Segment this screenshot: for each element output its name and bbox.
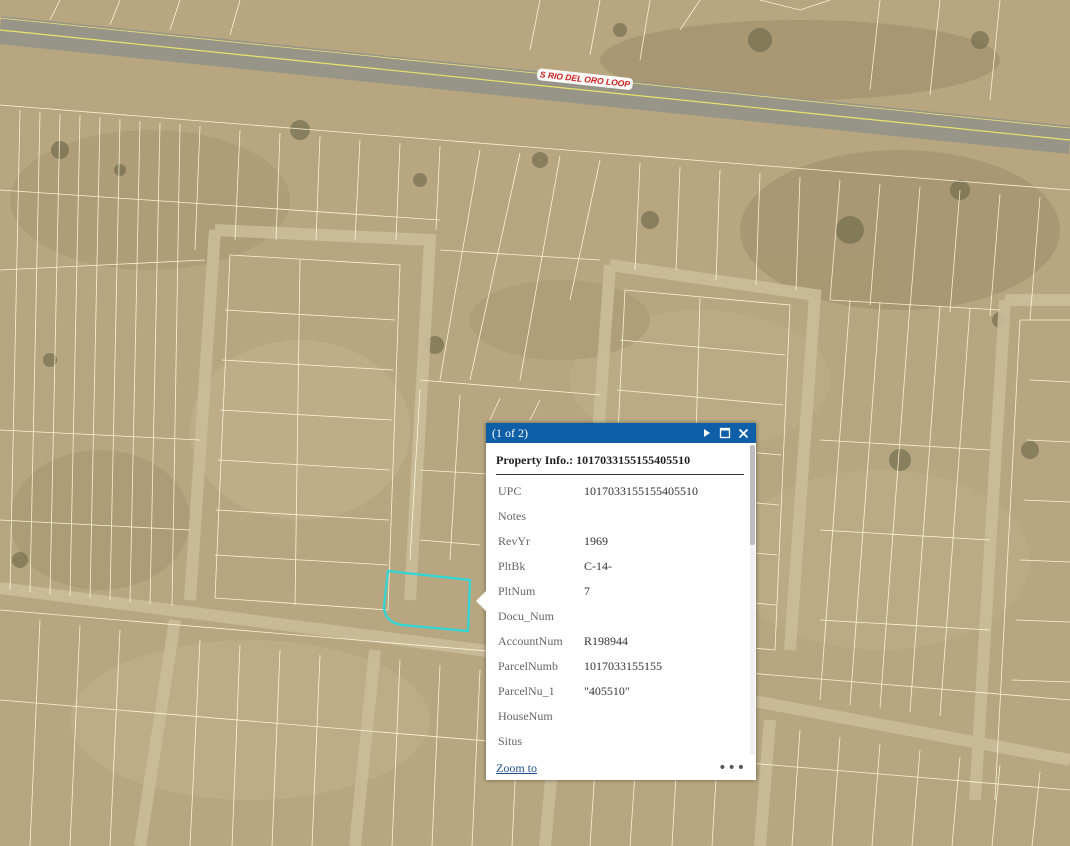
attribute-row: Docu_Num xyxy=(496,606,744,631)
maximize-icon xyxy=(719,427,731,439)
attribute-row: ParcelNumb 1017033155155 xyxy=(496,656,744,681)
zoom-to-link[interactable]: Zoom to xyxy=(496,761,718,776)
attribute-row: PltNum 7 xyxy=(496,581,744,606)
popup-count: (1 of 2) xyxy=(492,425,528,440)
attribute-row: RevYr 1969 xyxy=(496,531,744,556)
play-icon xyxy=(704,429,710,437)
popup-footer: Zoom to ••• xyxy=(486,756,756,780)
popup-title: Property Info.: 10170331551554055​10 xyxy=(496,453,744,475)
popup-body[interactable]: Property Info.: 10170331551554055​10 UPC… xyxy=(486,443,756,756)
attribute-value: 1017033155155 xyxy=(584,659,662,673)
attribute-key: PltNum xyxy=(498,584,536,598)
attribute-key: Docu_Num xyxy=(498,609,554,623)
attribute-row: AccountNum R198944 xyxy=(496,631,744,656)
attribute-value xyxy=(582,506,744,531)
attribute-key: ParcelNu_1 xyxy=(498,684,555,698)
attribute-row: HouseNum xyxy=(496,706,744,731)
attribute-value: 1017033155155405510 xyxy=(584,484,698,498)
attribute-row: UPC 1017033155155405510 xyxy=(496,481,744,506)
attribute-key: HouseNum xyxy=(498,709,553,723)
attribute-key: RevYr xyxy=(498,534,530,548)
attribute-row: Situs xyxy=(496,731,744,756)
close-button[interactable] xyxy=(734,425,752,441)
attribute-value: "405510" xyxy=(584,684,630,698)
attribute-row: Notes xyxy=(496,506,744,531)
close-icon xyxy=(738,428,748,438)
attribute-value xyxy=(582,706,744,731)
attribute-value xyxy=(582,606,744,631)
attribute-value: R198944 xyxy=(584,634,629,648)
attribute-key: UPC xyxy=(498,484,522,498)
popup-header: (1 of 2) xyxy=(486,423,756,443)
attribute-key: AccountNum xyxy=(498,634,563,648)
attribute-table: UPC 1017033155155405510 Notes RevYr 1969 PltB… xyxy=(496,481,744,756)
attribute-key: ParcelNumb xyxy=(498,659,558,673)
next-feature-button[interactable] xyxy=(698,425,716,441)
attribute-row: PltBk C-14- xyxy=(496,556,744,581)
popup-pointer xyxy=(476,591,486,611)
attribute-value xyxy=(582,731,744,756)
attribute-value: C-14- xyxy=(584,559,612,573)
more-options-button[interactable]: ••• xyxy=(718,760,746,776)
attribute-key: PltBk xyxy=(498,559,526,573)
attribute-key: Notes xyxy=(498,509,526,523)
attribute-value: 7 xyxy=(584,584,590,598)
attribute-value: 1969 xyxy=(584,534,608,548)
maximize-button[interactable] xyxy=(716,425,734,441)
attribute-row: ParcelNu_1 "405510" xyxy=(496,681,744,706)
property-popup: (1 of 2) Property Info.: 101703315515540… xyxy=(476,423,756,780)
attribute-key: Situs xyxy=(498,734,523,748)
popup-scroll-thumb[interactable] xyxy=(750,445,755,545)
